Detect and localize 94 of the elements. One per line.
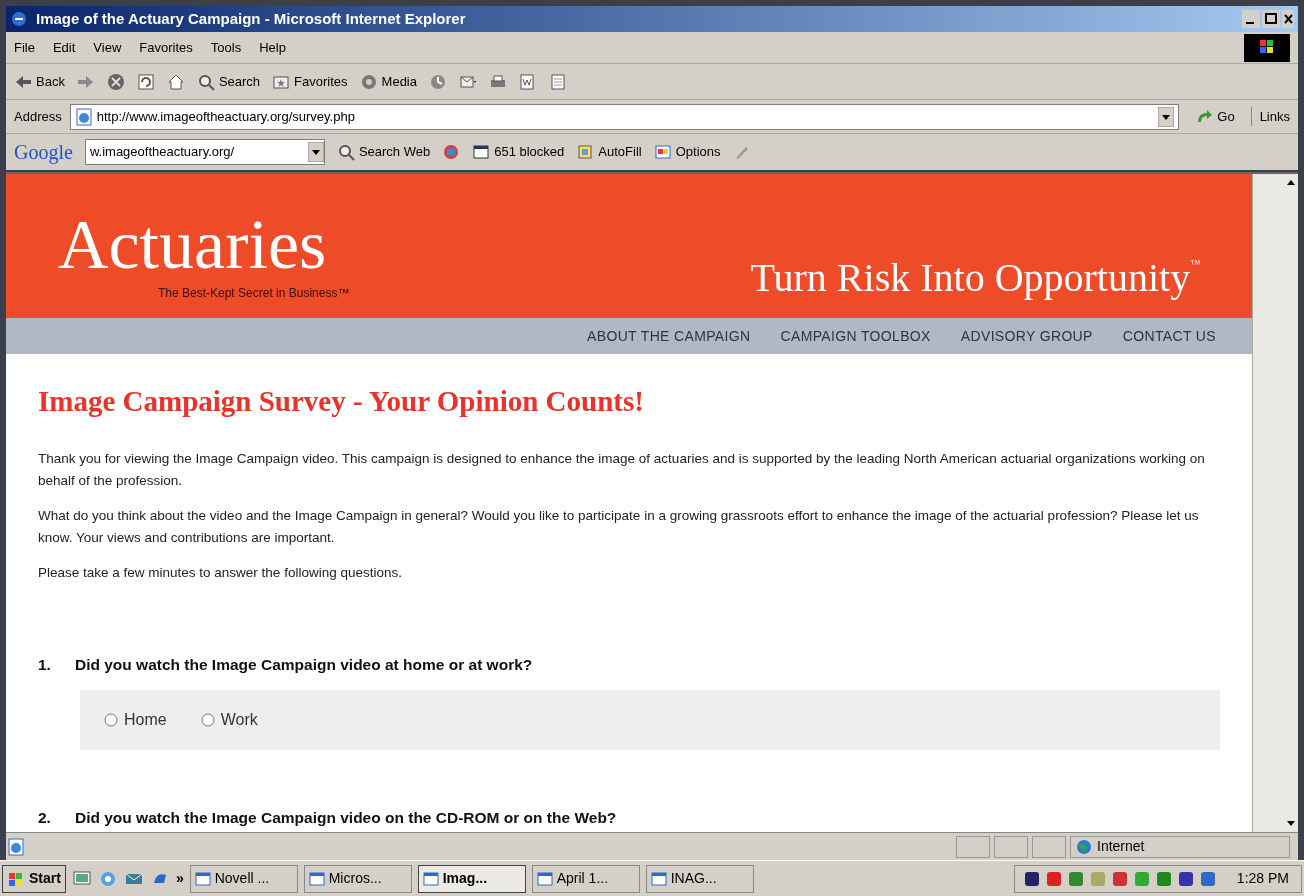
toolbar-button[interactable] [106, 72, 125, 91]
toolbar-button[interactable] [519, 72, 537, 91]
scrollbar[interactable] [1252, 174, 1298, 832]
menu-item[interactable]: Edit [52, 37, 76, 58]
window-icon [422, 870, 439, 887]
globe-icon [1075, 837, 1093, 856]
taskbar-button[interactable]: Micros... [303, 864, 412, 893]
menu-item[interactable]: Favorites [139, 37, 193, 58]
page-heading: Image Campaign Survey - Your Opinion Counts! [38, 384, 645, 419]
nav-link[interactable]: ADVISORY GROUP [960, 325, 1093, 347]
go-button[interactable]: Go [1187, 106, 1243, 127]
tray-icon[interactable] [1176, 869, 1195, 888]
toolbar-button[interactable] [442, 143, 461, 161]
window-icon [194, 870, 211, 887]
window-icon [472, 143, 491, 161]
links-button[interactable]: Links [1250, 106, 1290, 127]
toolbar-button[interactable]: Back [14, 71, 65, 92]
toolbar-button[interactable] [166, 72, 185, 91]
radio-button[interactable] [200, 712, 215, 727]
refresh-icon [136, 72, 155, 91]
taskbar-button[interactable]: INAG... [645, 864, 754, 893]
nav-link[interactable]: CONTACT US [1122, 325, 1216, 347]
question-number: 1. [38, 654, 51, 675]
ie-logo-icon [10, 10, 28, 28]
close-icon[interactable] [1282, 10, 1294, 28]
scroll-up-icon [1287, 180, 1295, 185]
search-icon [336, 143, 355, 161]
paragraph: Thank you for viewing the Image Campaign video. This campaign is designed to enhance the image of actuaries and is supported by the leading North American actuarial organizations working on behalf of the profession. [38, 449, 1206, 490]
menu-item[interactable]: Tools [210, 37, 242, 58]
google-search-field[interactable]: w.imageoftheactuary.org/ [84, 139, 325, 165]
toolbar-button[interactable] [429, 72, 447, 91]
zone-label: Internet [1097, 837, 1145, 856]
dropdown-arrow-icon [1158, 106, 1175, 127]
menu-item[interactable]: View [93, 37, 122, 58]
start-button[interactable]: Start [2, 864, 66, 893]
tagline: The Best-Kept Secret in Business™ [158, 285, 350, 302]
disc-icon [359, 72, 378, 91]
windows-flag-icon [7, 870, 25, 887]
slogan: Turn Risk Into Opportunity [750, 256, 1191, 300]
taskbar-button[interactable]: Novell ... [189, 864, 298, 893]
address-field[interactable]: http://www.imageoftheactuary.org/survey.php [69, 103, 1180, 130]
search-icon [196, 72, 215, 91]
globe-icon [442, 143, 461, 161]
address-label: Address [14, 107, 62, 126]
question-text: Did you watch the Image Campaign video on the CD-ROM or on the Web? [74, 807, 617, 828]
clock: 1:28 PM [1236, 869, 1289, 888]
option-label: Work [220, 709, 258, 730]
nav-link[interactable]: ABOUT THE CAMPAIGN [587, 325, 751, 347]
window-icon [650, 870, 667, 887]
window-title: Image of the Actuary Campaign - Microsoft Internet Explorer [36, 8, 466, 29]
toolbar-button[interactable]: Media [359, 71, 417, 92]
clock-icon [429, 72, 447, 91]
status-pane [1032, 835, 1066, 858]
trademark: ™ [1190, 257, 1200, 271]
radio-button[interactable] [104, 712, 118, 727]
toolbar-button[interactable]: Search Web [336, 142, 431, 162]
paragraph: What do you think about the video and the Image Campaign in general? Would you like to participate in a growing grassroots effort to enhance the image of the actuarial profession? Please let us know. Your views and contributions are important. [38, 506, 1200, 547]
toolbar-button[interactable]: Favorites [272, 71, 348, 92]
more-button[interactable]: » [175, 868, 184, 889]
page-icon [6, 837, 26, 856]
options-icon [653, 143, 672, 161]
home-icon [166, 72, 185, 91]
google-button[interactable]: Google [14, 137, 73, 167]
tray-icon[interactable] [1022, 869, 1041, 888]
minimize-icon[interactable] [1242, 10, 1260, 28]
status-pane [994, 835, 1028, 858]
toolbar-button[interactable] [549, 72, 567, 91]
taskbar-button[interactable]: Imag... [417, 864, 526, 893]
document-icon [519, 72, 537, 91]
window-icon [536, 870, 553, 887]
question-number: 2. [38, 807, 51, 828]
form-icon [576, 143, 595, 161]
taskbar-button[interactable]: April 1... [531, 864, 640, 893]
paragraph: Please take a few minutes to answer the following questions. [38, 563, 403, 582]
scroll-down-icon [1287, 821, 1295, 826]
maximize-icon[interactable] [1262, 10, 1280, 28]
window-icon [308, 870, 325, 887]
stop-icon [106, 72, 125, 91]
toolbar-button[interactable]: AutoFill [576, 142, 642, 162]
toolbar-button[interactable]: 651 blocked [472, 142, 565, 162]
toolbar-button[interactable]: Search [196, 71, 261, 92]
toolbar-button[interactable] [136, 72, 155, 91]
page-icon [74, 107, 93, 126]
menu-item[interactable]: Help [259, 37, 286, 58]
windows-logo-icon [1244, 33, 1290, 62]
logo-text: Actuaries [58, 210, 328, 280]
question-text: Did you watch the Image Campaign video at home or at work? [74, 654, 533, 675]
option-label: Home [124, 709, 167, 730]
nav-link[interactable]: CAMPAIGN TOOLBOX [780, 325, 931, 347]
status-pane [956, 835, 990, 858]
menu-item[interactable]: File [14, 37, 35, 58]
dropdown-arrow-icon [307, 142, 324, 162]
toolbar-button[interactable]: Options [653, 142, 721, 162]
page-icon [549, 72, 567, 91]
